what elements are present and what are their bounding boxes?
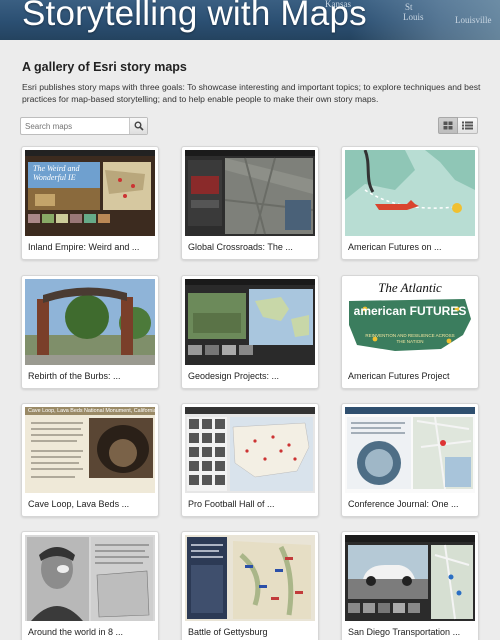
- card-thumbnail: [345, 150, 475, 236]
- card-thumbnail: [185, 279, 315, 365]
- card-caption: Inland Empire: Weird and ...: [28, 242, 140, 252]
- story-map-card[interactable]: Rebirth of the Burbs: ...: [21, 275, 159, 389]
- story-map-card[interactable]: San Diego Transportation ...: [341, 531, 479, 640]
- card-thumbnail: The Atlantic american FUTURES REINVENTIO…: [345, 279, 475, 365]
- thumb-title: Cave Loop, Lava Beds National Monument, …: [28, 408, 155, 414]
- story-map-card[interactable]: Global Crossroads: The ...: [181, 146, 319, 260]
- card-thumbnail: [25, 535, 155, 621]
- card-caption: San Diego Transportation ...: [348, 627, 461, 637]
- story-map-card[interactable]: Battle of Gettysburg: [181, 531, 319, 640]
- card-thumbnail: [345, 535, 475, 621]
- map-label: Louisville: [455, 15, 492, 25]
- card-thumbnail: The Weird and Wonderful IE: [25, 150, 155, 236]
- thumb-headline: american FUTURES: [353, 304, 467, 318]
- card-caption: Global Crossroads: The ...: [188, 242, 293, 252]
- card-thumbnail: [185, 535, 315, 621]
- card-thumbnail: Cave Loop, Lava Beds National Monument, …: [25, 407, 155, 493]
- header-banner: Kansas St Louis Louisville Storytelling …: [0, 0, 500, 40]
- card-caption: Battle of Gettysburg: [188, 627, 268, 637]
- thumb-tagline: REINVENTION AND RESILIENCE ACROSS THE NA…: [365, 333, 455, 344]
- view-toggle: [438, 117, 478, 134]
- card-caption: American Futures Project: [348, 371, 450, 381]
- list-icon: [462, 121, 473, 130]
- card-caption: American Futures on ...: [348, 242, 442, 252]
- search-button[interactable]: [129, 118, 147, 134]
- story-map-card[interactable]: The Atlantic american FUTURES REINVENTIO…: [341, 275, 479, 389]
- card-thumbnail: [185, 150, 315, 236]
- search-input[interactable]: [21, 118, 129, 134]
- site-title[interactable]: Storytelling with Maps: [22, 0, 367, 34]
- grid-icon: [443, 121, 453, 130]
- thumb-brand: The Atlantic: [378, 280, 442, 295]
- map-label: St: [405, 2, 413, 12]
- card-caption: Geodesign Projects: ...: [188, 371, 280, 381]
- list-view-button[interactable]: [458, 117, 478, 134]
- search-icon: [134, 121, 144, 131]
- intro-text: Esri publishes story maps with three goa…: [22, 82, 481, 104]
- story-map-card[interactable]: Geodesign Projects: ...: [181, 275, 319, 389]
- page-title: A gallery of Esri story maps: [22, 60, 187, 74]
- card-caption: Cave Loop, Lava Beds ...: [28, 499, 130, 509]
- story-map-card[interactable]: Pro Football Hall of ...: [181, 403, 319, 517]
- story-map-card[interactable]: American Futures on ...: [341, 146, 479, 260]
- story-map-card[interactable]: The Weird and Wonderful IE Inland Empire…: [21, 146, 159, 260]
- card-caption: Rebirth of the Burbs: ...: [28, 371, 121, 381]
- thumb-title: The Weird and Wonderful IE: [33, 164, 80, 182]
- card-caption: Pro Football Hall of ...: [188, 499, 275, 509]
- map-label: Louis: [403, 12, 424, 22]
- search-box: [20, 117, 148, 135]
- card-caption: Conference Journal: One ...: [348, 499, 459, 509]
- card-thumbnail: [185, 407, 315, 493]
- story-map-card[interactable]: Around the world in 8 ...: [21, 531, 159, 640]
- card-thumbnail: [25, 279, 155, 365]
- main-content: A gallery of Esri story maps Esri publis…: [0, 40, 500, 640]
- story-map-card[interactable]: Conference Journal: One ...: [341, 403, 479, 517]
- story-map-card[interactable]: Cave Loop, Lava Beds National Monument, …: [21, 403, 159, 517]
- card-thumbnail: [345, 407, 475, 493]
- grid-view-button[interactable]: [438, 117, 458, 134]
- card-caption: Around the world in 8 ...: [28, 627, 124, 637]
